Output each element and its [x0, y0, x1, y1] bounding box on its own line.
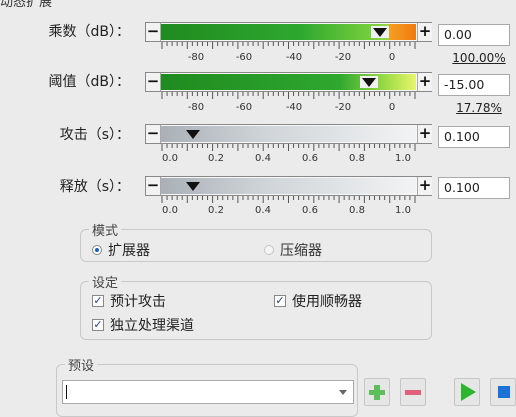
- threshold-slider[interactable]: − +: [145, 72, 432, 92]
- release-thumb-icon: [186, 182, 200, 191]
- gain-tick-label: 0: [388, 52, 396, 63]
- attack-increase-button[interactable]: +: [417, 125, 432, 143]
- release-tick-labels: 0.0 0.2 0.4 0.6 0.8 1.0: [160, 205, 417, 219]
- attack-value-field[interactable]: 0.100: [438, 126, 510, 148]
- gain-label: 乘数（dB）：: [48, 24, 131, 40]
- release-label: 释放（s）：: [59, 179, 130, 195]
- text-caret: [66, 385, 67, 399]
- threshold-scale-ticks: [161, 92, 416, 99]
- attack-tick-label: 1.0: [395, 153, 411, 164]
- release-decrease-button[interactable]: −: [146, 177, 161, 195]
- threshold-tick-label: -60: [235, 102, 253, 113]
- gain-thumb-icon: [373, 28, 387, 37]
- gain-peak-indicator: [389, 24, 416, 40]
- attack-tick-label: 0.0: [162, 153, 178, 164]
- independent-channels-checkbox[interactable]: ✓: [92, 319, 104, 331]
- attack-scale-ticks: [161, 144, 416, 151]
- threshold-tick-label: -20: [334, 102, 352, 113]
- smoothing-option[interactable]: ✓ 使用顺畅器: [274, 292, 362, 310]
- smoothing-label: 使用顺畅器: [292, 294, 362, 310]
- release-slider[interactable]: − +: [145, 176, 432, 196]
- compressor-label: 压缩器: [280, 243, 322, 259]
- attack-thumb-icon: [186, 130, 200, 139]
- threshold-increase-button[interactable]: +: [417, 73, 432, 91]
- play-icon: [461, 383, 476, 401]
- gain-value-field[interactable]: 0.00: [438, 24, 510, 46]
- independent-channels-label: 独立处理渠道: [110, 318, 194, 334]
- gain-scale-ticks: [161, 42, 416, 49]
- gain-tick-label: -80: [187, 52, 205, 63]
- release-tick-label: 0.0: [162, 205, 178, 216]
- mode-compressor-option[interactable]: 压缩器: [264, 241, 322, 259]
- preview-play-button[interactable]: [454, 378, 480, 406]
- lookahead-label: 预计攻击: [110, 294, 166, 310]
- plus-icon: [369, 385, 385, 400]
- attack-tick-labels: 0.0 0.2 0.4 0.6 0.8 1.0: [160, 153, 417, 167]
- release-value-field[interactable]: 0.100: [438, 177, 510, 199]
- lookahead-option[interactable]: ✓ 预计攻击: [92, 292, 166, 310]
- lookahead-checkbox[interactable]: ✓: [92, 295, 104, 307]
- presets-group-title: 预设: [68, 359, 95, 374]
- attack-tick-label: 0.8: [349, 153, 365, 164]
- attack-tick-label: 0.2: [208, 153, 224, 164]
- threshold-percent[interactable]: 17.78%: [448, 101, 510, 115]
- gain-slider[interactable]: − +: [145, 22, 432, 42]
- window-title: 动态扩展: [0, 0, 53, 10]
- release-tick-label: 1.0: [395, 205, 411, 216]
- gain-increase-button[interactable]: +: [417, 23, 432, 41]
- release-increase-button[interactable]: +: [417, 177, 432, 195]
- threshold-tick-label: -80: [187, 102, 205, 113]
- release-tick-label: 0.6: [302, 205, 318, 216]
- stop-icon: [498, 386, 510, 398]
- preview-stop-button[interactable]: [490, 378, 516, 406]
- window-title-bar: 动态扩展: [0, 0, 516, 10]
- add-preset-button[interactable]: [364, 378, 390, 406]
- chevron-down-icon[interactable]: [339, 390, 347, 395]
- attack-tick-label: 0.4: [255, 153, 271, 164]
- release-tick-label: 0.2: [208, 205, 224, 216]
- gain-tick-labels: -80 -60 -40 -20 0: [160, 52, 417, 66]
- remove-preset-button[interactable]: [400, 378, 426, 406]
- settings-group-title: 设定: [92, 276, 119, 291]
- attack-tick-label: 0.6: [302, 153, 318, 164]
- threshold-tick-label: -40: [285, 102, 303, 113]
- expander-label: 扩展器: [108, 243, 150, 259]
- compressor-radio[interactable]: [264, 245, 274, 255]
- release-slider-handle[interactable]: [184, 180, 202, 192]
- gain-percent[interactable]: 100.00%: [448, 51, 510, 65]
- expander-radio[interactable]: [92, 245, 102, 255]
- threshold-thumb-icon: [362, 78, 376, 87]
- minus-icon: [405, 390, 421, 395]
- gain-tick-label: -60: [235, 52, 253, 63]
- threshold-slider-handle[interactable]: [360, 76, 378, 88]
- release-tick-label: 0.4: [255, 205, 271, 216]
- threshold-decrease-button[interactable]: −: [146, 73, 161, 91]
- gain-decrease-button[interactable]: −: [146, 23, 161, 41]
- smoothing-checkbox[interactable]: ✓: [274, 295, 286, 307]
- gain-slider-handle[interactable]: [371, 26, 389, 38]
- attack-slider-handle[interactable]: [184, 128, 202, 140]
- attack-slider[interactable]: − +: [145, 124, 432, 144]
- release-tick-label: 0.8: [349, 205, 365, 216]
- independent-channels-option[interactable]: ✓ 独立处理渠道: [92, 316, 194, 334]
- threshold-tick-labels: -80 -60 -40 -20 0: [160, 102, 417, 116]
- threshold-tick-label: 0: [388, 102, 396, 113]
- mode-group-title: 模式: [92, 224, 119, 239]
- presets-combo[interactable]: [62, 380, 354, 404]
- mode-expander-option[interactable]: 扩展器: [92, 241, 150, 259]
- gain-tick-label: -40: [285, 52, 303, 63]
- threshold-label: 阈值（dB）：: [48, 74, 131, 90]
- attack-decrease-button[interactable]: −: [146, 125, 161, 143]
- release-scale-ticks: [161, 196, 416, 203]
- gain-tick-label: -20: [334, 52, 352, 63]
- threshold-value-field[interactable]: -15.00: [438, 74, 510, 96]
- attack-label: 攻击（s）：: [59, 127, 130, 143]
